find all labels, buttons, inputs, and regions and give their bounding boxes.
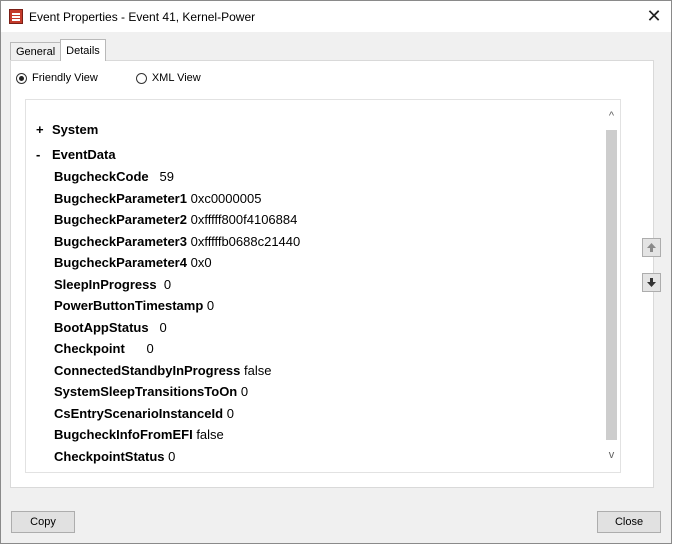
xml-view-option[interactable]: XML View	[135, 72, 201, 84]
tab-strip: General Details	[10, 39, 106, 61]
field-row: BugcheckParameter4 0x0	[54, 252, 300, 274]
window-title: Event Properties - Event 41, Kernel-Powe…	[29, 9, 256, 24]
field-key: BugcheckCode	[54, 169, 149, 184]
field-row: BugcheckParameter1 0xc0000005	[54, 188, 300, 210]
field-key: BugcheckParameter2	[54, 212, 187, 227]
field-value: 0xc0000005	[190, 190, 262, 206]
xml-view-radio[interactable]	[135, 72, 147, 84]
field-key: CsEntryScenarioInstanceId	[54, 405, 224, 421]
field-value: 0	[146, 341, 154, 356]
field-value: 59	[159, 169, 174, 184]
scroll-down-icon[interactable]: v	[603, 447, 620, 464]
xml-view-label: XML View	[151, 72, 201, 84]
field-value: 0xfffffb0688c21440	[190, 233, 301, 249]
tab-general[interactable]: General	[10, 42, 62, 61]
field-value: 0	[240, 384, 249, 399]
field-value: 0xfffff800f4106884	[190, 212, 298, 227]
view-mode-selector: Friendly View XML View	[16, 72, 201, 84]
field-row: Checkpoint 0	[54, 338, 300, 360]
scroll-thumb[interactable]	[606, 130, 617, 440]
friendly-view-radio[interactable]	[16, 72, 27, 84]
event-details-viewer[interactable]: + System - EventData BugcheckCode 59 Bug…	[25, 99, 621, 473]
tree-node-system[interactable]: + System	[36, 117, 116, 142]
expand-icon[interactable]: +	[36, 117, 52, 142]
previous-event-button[interactable]	[642, 238, 661, 257]
field-row: PowerButtonTimestamp 0	[54, 295, 300, 317]
field-value: false	[196, 427, 224, 442]
field-key: BugcheckParameter3	[54, 233, 187, 249]
field-value: 0x0	[190, 255, 212, 270]
field-row: CheckpointStatus 0	[54, 446, 300, 468]
field-row: BugcheckParameter2 0xfffff800f4106884	[54, 209, 300, 231]
arrow-up-icon	[647, 243, 656, 252]
tree-node-label: System	[52, 122, 99, 137]
next-event-button[interactable]	[642, 273, 661, 292]
field-row: SystemSleepTransitionsToOn 0	[54, 381, 300, 403]
field-key: Checkpoint	[54, 341, 125, 356]
field-row: BugcheckParameter3 0xfffffb0688c21440	[54, 231, 300, 253]
field-row: BugcheckCode 59	[54, 166, 300, 188]
close-icon[interactable]: ✕	[643, 5, 665, 27]
field-value: 0	[168, 448, 176, 464]
field-key: BugcheckParameter4	[54, 255, 187, 270]
collapse-icon[interactable]: -	[36, 142, 52, 167]
arrow-down-icon	[647, 278, 656, 287]
close-button[interactable]: Close	[597, 511, 661, 533]
vertical-scrollbar[interactable]: ^ v	[603, 100, 620, 472]
field-value: 0	[226, 405, 234, 421]
field-key: BootAppStatus	[54, 319, 149, 335]
field-key: BugcheckParameter1	[54, 190, 187, 206]
field-row: SleepInProgress 0	[54, 274, 300, 296]
event-properties-dialog: Event Properties - Event 41, Kernel-Powe…	[0, 0, 672, 544]
field-key: CheckpointStatus	[54, 448, 165, 464]
copy-button[interactable]: Copy	[11, 511, 75, 533]
details-panel: Friendly View XML View + System - EventD…	[10, 60, 654, 488]
tree-node-label: EventData	[52, 147, 116, 162]
field-row: ConnectedStandbyInProgress false	[54, 360, 300, 382]
tab-details[interactable]: Details	[60, 39, 106, 61]
field-key: BugcheckInfoFromEFI	[54, 427, 193, 442]
field-value: 0	[163, 276, 172, 292]
field-key: ConnectedStandbyInProgress	[54, 362, 241, 378]
field-row: BugcheckInfoFromEFI false	[54, 424, 300, 446]
tree-node-eventdata[interactable]: - EventData	[36, 142, 116, 167]
field-key: SystemSleepTransitionsToOn	[54, 384, 238, 399]
field-value: 0	[159, 319, 167, 335]
details-tree: + System - EventData	[36, 117, 116, 167]
eventdata-fields: BugcheckCode 59 BugcheckParameter1 0xc00…	[54, 166, 300, 467]
title-bar[interactable]: Event Properties - Event 41, Kernel-Powe…	[1, 1, 671, 32]
scroll-up-icon[interactable]: ^	[603, 108, 620, 125]
field-row: BootAppStatus 0	[54, 317, 300, 339]
friendly-view-option[interactable]: Friendly View	[16, 72, 98, 84]
event-viewer-icon	[9, 9, 23, 24]
field-value: false	[244, 362, 272, 378]
friendly-view-label: Friendly View	[32, 72, 98, 84]
field-value: 0	[206, 298, 215, 313]
field-key: SleepInProgress	[54, 276, 157, 292]
field-row: CsEntryScenarioInstanceId 0	[54, 403, 300, 425]
field-key: PowerButtonTimestamp	[54, 298, 204, 313]
